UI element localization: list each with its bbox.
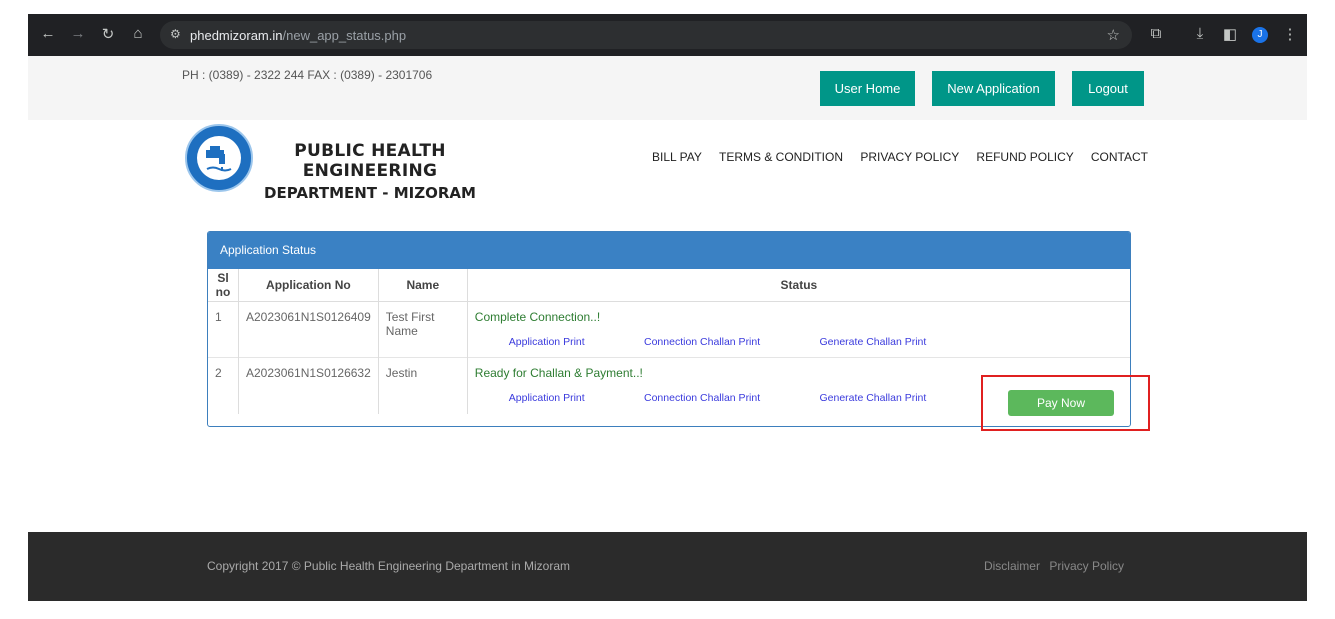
back-icon[interactable]: ← [38,25,58,42]
cell-application-no: A2023061N1S0126632 [238,357,379,414]
cell-name: Jestin [377,357,468,414]
copyright-text: Copyright 2017 © Public Health Engineeri… [207,559,571,573]
url-path: /new_app_status.php [282,28,407,43]
reload-icon[interactable]: ↻ [98,25,118,43]
download-icon[interactable]: ⤓ [1190,25,1210,42]
col-status: Status [466,269,1130,302]
generate-challan-print-link[interactable]: Generate Challan Print [820,392,927,404]
footer-links: Disclaimer Privacy Policy [978,559,1124,573]
status-text: Complete Connection..! [474,310,601,324]
user-home-button[interactable]: User Home [820,71,915,106]
brand-line-1: PUBLIC HEALTH ENGINEERING [294,141,446,181]
panel-title: Application Status [208,232,1130,269]
address-bar[interactable]: ⚙ phedmizoram.in/new_app_status.php ☆ [160,21,1132,49]
nav-contact[interactable]: CONTACT [1091,150,1148,164]
forward-icon[interactable]: → [68,25,88,42]
site-brand[interactable]: PUBLIC HEALTH ENGINEERING DEPARTMENT - M… [254,141,486,202]
menu-kebab-icon[interactable]: ⋮ [1280,25,1300,43]
highlight-box [981,375,1150,431]
col-application-no: Application No [238,269,379,302]
browser-toolbar: ← → ↻ ⌂ ⚙ phedmizoram.in/new_app_status.… [28,14,1307,56]
cell-sl: 2 [208,357,239,414]
extensions-icon[interactable]: ⧉ [1146,25,1166,42]
application-print-link[interactable]: Application Print [509,336,585,348]
url-host: phedmizoram.in [190,28,283,43]
side-panel-icon[interactable]: ◧ [1220,25,1240,43]
site-settings-icon[interactable]: ⚙ [170,27,181,41]
logout-button[interactable]: Logout [1072,71,1144,106]
cell-status: Complete Connection..! Application Print… [466,301,1130,358]
top-bar: PH : (0389) - 2322 244 FAX : (0389) - 23… [28,56,1307,120]
cell-sl: 1 [208,301,239,358]
footer: Copyright 2017 © Public Health Engineeri… [28,532,1307,601]
nav-bill-pay[interactable]: BILL PAY [652,150,702,164]
profile-avatar[interactable]: J [1252,27,1268,43]
disclaimer-link[interactable]: Disclaimer [984,559,1040,573]
tap-icon [197,136,241,180]
connection-challan-print-link[interactable]: Connection Challan Print [644,336,760,348]
nav-terms[interactable]: TERMS & CONDITION [719,150,843,164]
connection-challan-print-link[interactable]: Connection Challan Print [644,392,760,404]
main-nav: BILL PAY TERMS & CONDITION PRIVACY POLIC… [638,150,1148,164]
brand-line-2: DEPARTMENT - MIZORAM [264,184,476,202]
privacy-policy-link[interactable]: Privacy Policy [1049,559,1124,573]
col-name: Name [377,269,468,302]
new-application-button[interactable]: New Application [932,71,1055,106]
application-print-link[interactable]: Application Print [509,392,585,404]
cell-name: Test First Name [377,301,468,358]
nav-privacy-policy[interactable]: PRIVACY POLICY [860,150,959,164]
url-text[interactable]: phedmizoram.in/new_app_status.php [190,28,406,43]
table-row: 1 A2023061N1S0126409 Test First Name Com… [208,301,1130,358]
cell-application-no: A2023061N1S0126409 [238,301,379,358]
home-icon[interactable]: ⌂ [128,25,148,42]
bookmark-star-icon[interactable]: ☆ [1107,26,1120,44]
generate-challan-print-link[interactable]: Generate Challan Print [820,336,927,348]
department-logo[interactable] [185,124,253,192]
col-sl-no: Sl no [208,269,239,302]
nav-refund-policy[interactable]: REFUND POLICY [976,150,1073,164]
contact-info: PH : (0389) - 2322 244 FAX : (0389) - 23… [182,68,433,82]
